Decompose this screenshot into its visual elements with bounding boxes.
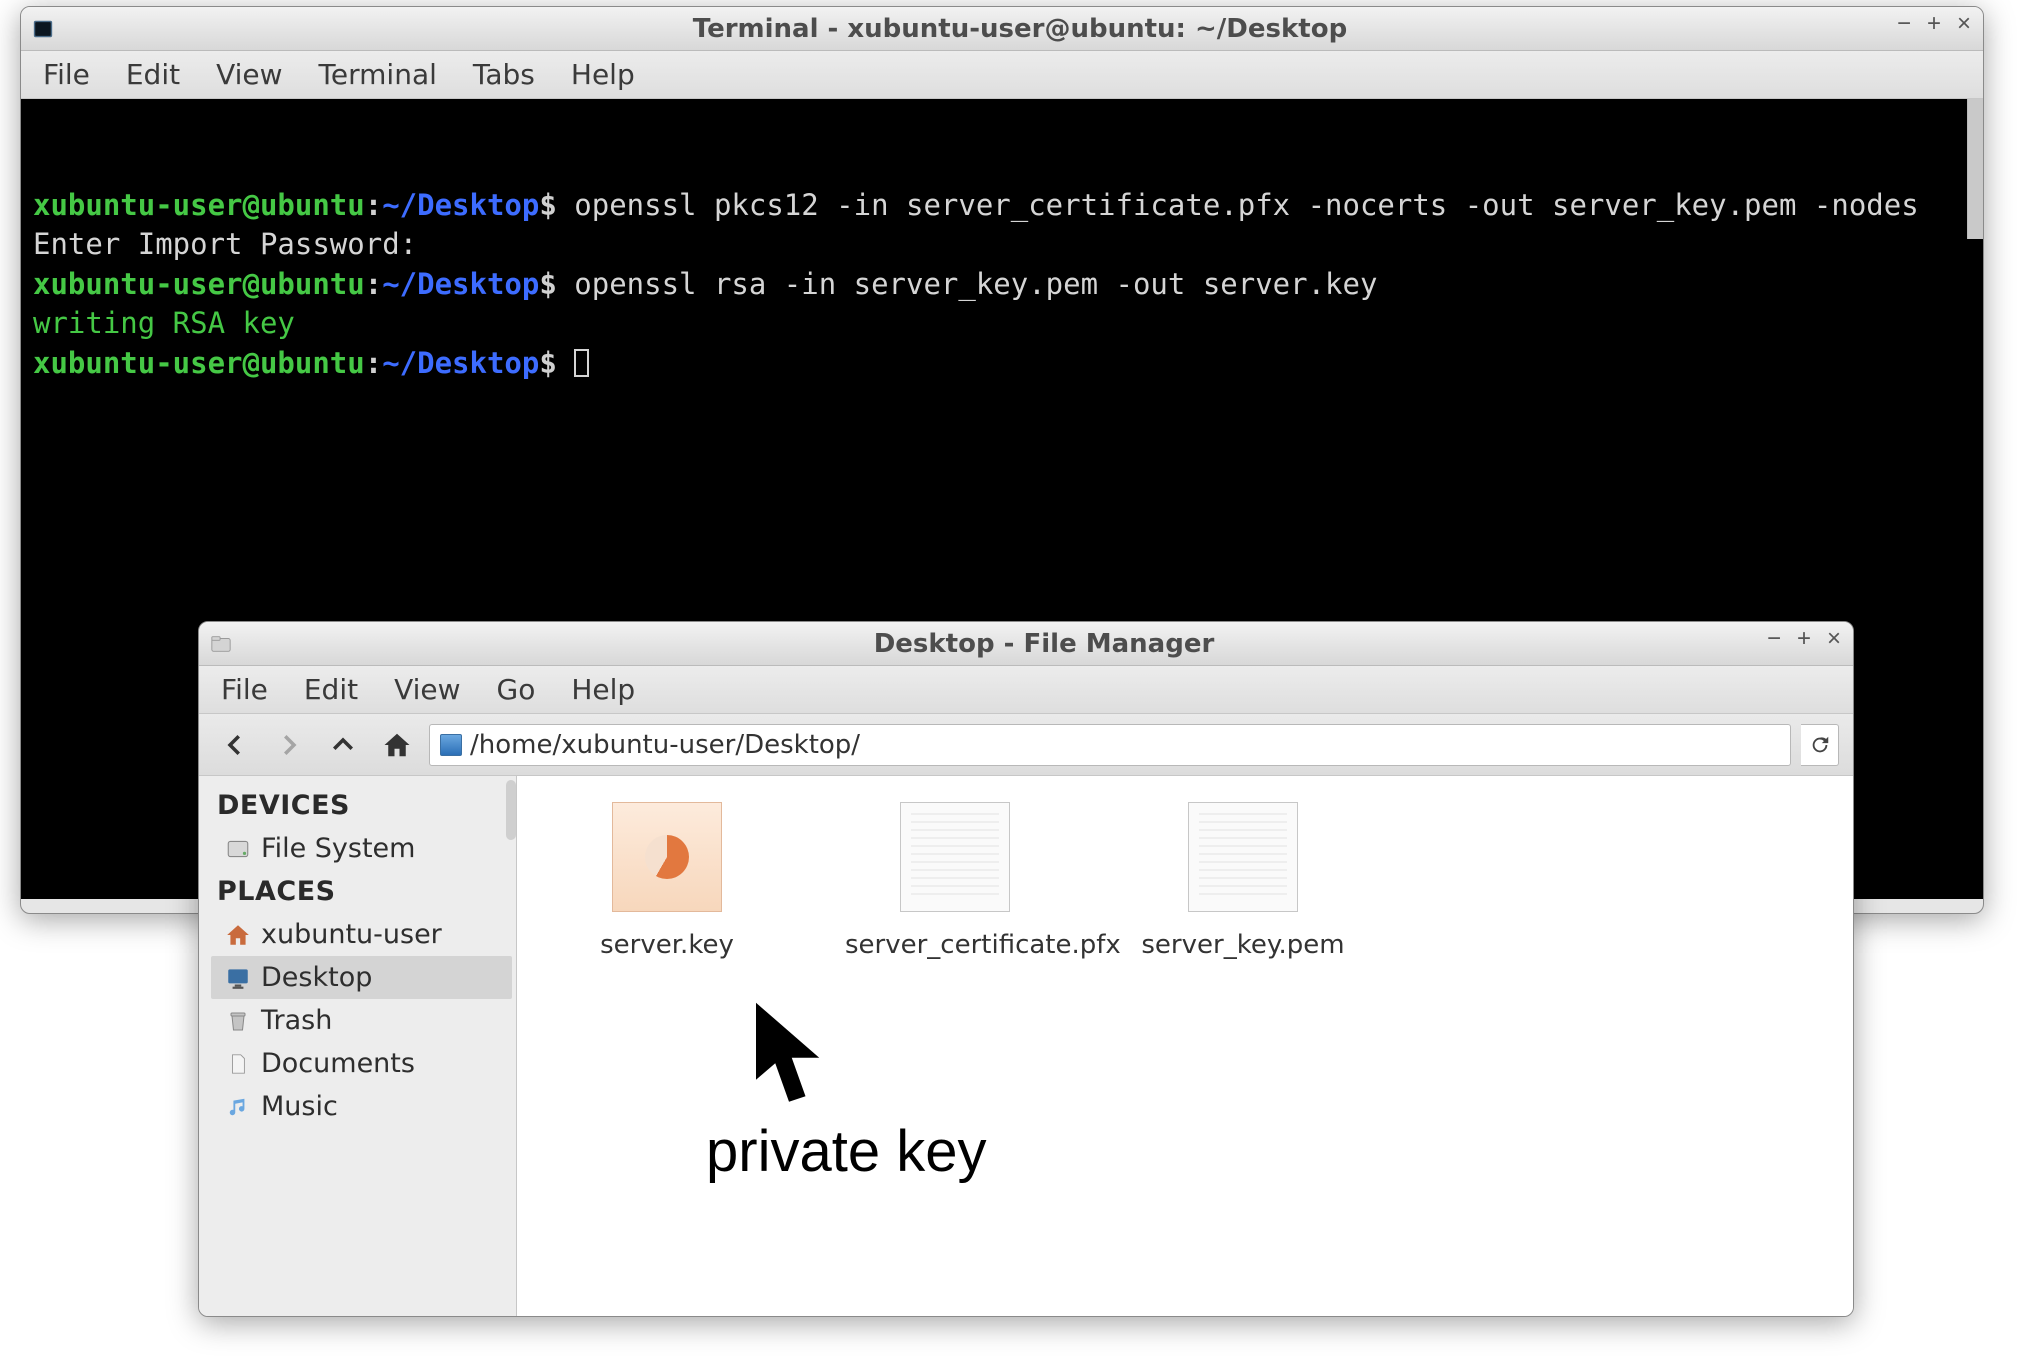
maximize-button[interactable]: +	[1793, 628, 1815, 650]
file-name: server.key	[557, 930, 777, 960]
file-thumbnail	[612, 802, 722, 912]
location-bar[interactable]: /home/xubuntu-user/Desktop/	[429, 724, 1791, 766]
sidebar-label: Desktop	[261, 962, 372, 993]
prompt-path: ~/Desktop	[382, 346, 539, 380]
terminal-scrollbar[interactable]	[1967, 99, 1983, 239]
home-icon	[225, 922, 251, 948]
filemanager-app-icon	[207, 633, 235, 655]
menu-file[interactable]: File	[43, 58, 90, 91]
location-path: /home/xubuntu-user/Desktop/	[470, 730, 860, 760]
nav-up-button[interactable]	[321, 723, 365, 767]
desktop-icon	[225, 965, 251, 991]
filemanager-titlebar[interactable]: Desktop - File Manager − + ×	[199, 622, 1853, 666]
file-item-server-certificate-pfx[interactable]: server_certificate.pfx	[845, 802, 1065, 960]
file-manager-window: Desktop - File Manager − + × File Edit V…	[198, 621, 1854, 1317]
sidebar-label: xubuntu-user	[261, 919, 442, 950]
terminal-title: Terminal - xubuntu-user@ubuntu: ~/Deskto…	[57, 14, 1983, 44]
menu-view[interactable]: View	[394, 673, 460, 706]
minimize-button[interactable]: −	[1763, 628, 1785, 650]
documents-icon	[225, 1051, 251, 1077]
prompt-dollar: $	[539, 188, 556, 222]
trash-icon	[225, 1008, 251, 1034]
arrow-up-icon	[328, 730, 358, 760]
prompt-dollar: $	[539, 346, 556, 380]
prompt-path: ~/Desktop	[382, 188, 539, 222]
sidebar-label: File System	[261, 833, 415, 864]
menu-view[interactable]: View	[216, 58, 282, 91]
file-name: server_key.pem	[1133, 930, 1353, 960]
sidebar-item-documents[interactable]: Documents	[211, 1042, 512, 1085]
sidebar-section-places: PLACES	[211, 870, 512, 913]
sidebar-section-devices: DEVICES	[211, 784, 512, 827]
sidebar-item-filesystem[interactable]: File System	[211, 827, 512, 870]
maximize-button[interactable]: +	[1923, 13, 1945, 35]
prompt-colon: :	[365, 267, 382, 301]
sidebar-label: Trash	[261, 1005, 332, 1036]
terminal-menubar: File Edit View Terminal Tabs Help	[21, 51, 1983, 99]
home-icon	[382, 730, 412, 760]
prompt-user: xubuntu-user@ubuntu	[33, 188, 365, 222]
menu-terminal[interactable]: Terminal	[319, 58, 437, 91]
refresh-button[interactable]	[1801, 724, 1839, 766]
file-name: server_certificate.pfx	[845, 930, 1065, 960]
file-thumbnail	[900, 802, 1010, 912]
file-item-server-key[interactable]: server.key	[557, 802, 777, 960]
disk-icon	[225, 836, 251, 862]
file-view[interactable]: server.key server_certificate.pfx server…	[517, 776, 1853, 1317]
prompt-user: xubuntu-user@ubuntu	[33, 346, 365, 380]
music-icon	[225, 1094, 251, 1120]
nav-forward-button[interactable]	[267, 723, 311, 767]
terminal-output-2: writing RSA key	[33, 306, 295, 340]
terminal-output-1: Enter Import Password:	[33, 227, 417, 261]
sidebar-item-desktop[interactable]: Desktop	[211, 956, 512, 999]
arrow-left-icon	[220, 730, 250, 760]
menu-help[interactable]: Help	[571, 673, 635, 706]
menu-edit[interactable]: Edit	[126, 58, 180, 91]
arrow-right-icon	[274, 730, 304, 760]
terminal-app-icon	[29, 18, 57, 40]
sidebar-item-music[interactable]: Music	[211, 1085, 512, 1128]
nav-back-button[interactable]	[213, 723, 257, 767]
drive-icon	[440, 734, 462, 756]
prompt-colon: :	[365, 346, 382, 380]
filemanager-menubar: File Edit View Go Help	[199, 666, 1853, 714]
sidebar-item-home[interactable]: xubuntu-user	[211, 913, 512, 956]
prompt-path: ~/Desktop	[382, 267, 539, 301]
prompt-user: xubuntu-user@ubuntu	[33, 267, 365, 301]
close-button[interactable]: ×	[1953, 13, 1975, 35]
file-item-server-key-pem[interactable]: server_key.pem	[1133, 802, 1353, 960]
close-button[interactable]: ×	[1823, 628, 1845, 650]
refresh-icon	[1809, 734, 1831, 756]
menu-go[interactable]: Go	[497, 673, 536, 706]
menu-edit[interactable]: Edit	[304, 673, 358, 706]
minimize-button[interactable]: −	[1893, 13, 1915, 35]
menu-tabs[interactable]: Tabs	[473, 58, 535, 91]
prompt-dollar: $	[539, 267, 556, 301]
terminal-cursor	[574, 349, 589, 377]
filemanager-main: DEVICES File System PLACES xubuntu-user …	[199, 776, 1853, 1317]
terminal-command-2: openssl rsa -in server_key.pem -out serv…	[557, 267, 1378, 301]
sidebar-label: Documents	[261, 1048, 415, 1079]
sidebar-resize-handle[interactable]	[506, 780, 516, 840]
filemanager-title: Desktop - File Manager	[235, 629, 1853, 659]
sidebar: DEVICES File System PLACES xubuntu-user …	[199, 776, 517, 1317]
terminal-command-1: openssl pkcs12 -in server_certificate.pf…	[557, 188, 1919, 222]
window-controls: − + ×	[1763, 628, 1845, 650]
file-thumbnail	[1188, 802, 1298, 912]
filemanager-toolbar: /home/xubuntu-user/Desktop/	[199, 714, 1853, 776]
sidebar-item-trash[interactable]: Trash	[211, 999, 512, 1042]
nav-home-button[interactable]	[375, 723, 419, 767]
prompt-colon: :	[365, 188, 382, 222]
sidebar-label: Music	[261, 1091, 338, 1122]
window-controls: − + ×	[1893, 13, 1975, 35]
terminal-titlebar[interactable]: Terminal - xubuntu-user@ubuntu: ~/Deskto…	[21, 7, 1983, 51]
menu-help[interactable]: Help	[571, 58, 635, 91]
menu-file[interactable]: File	[221, 673, 268, 706]
